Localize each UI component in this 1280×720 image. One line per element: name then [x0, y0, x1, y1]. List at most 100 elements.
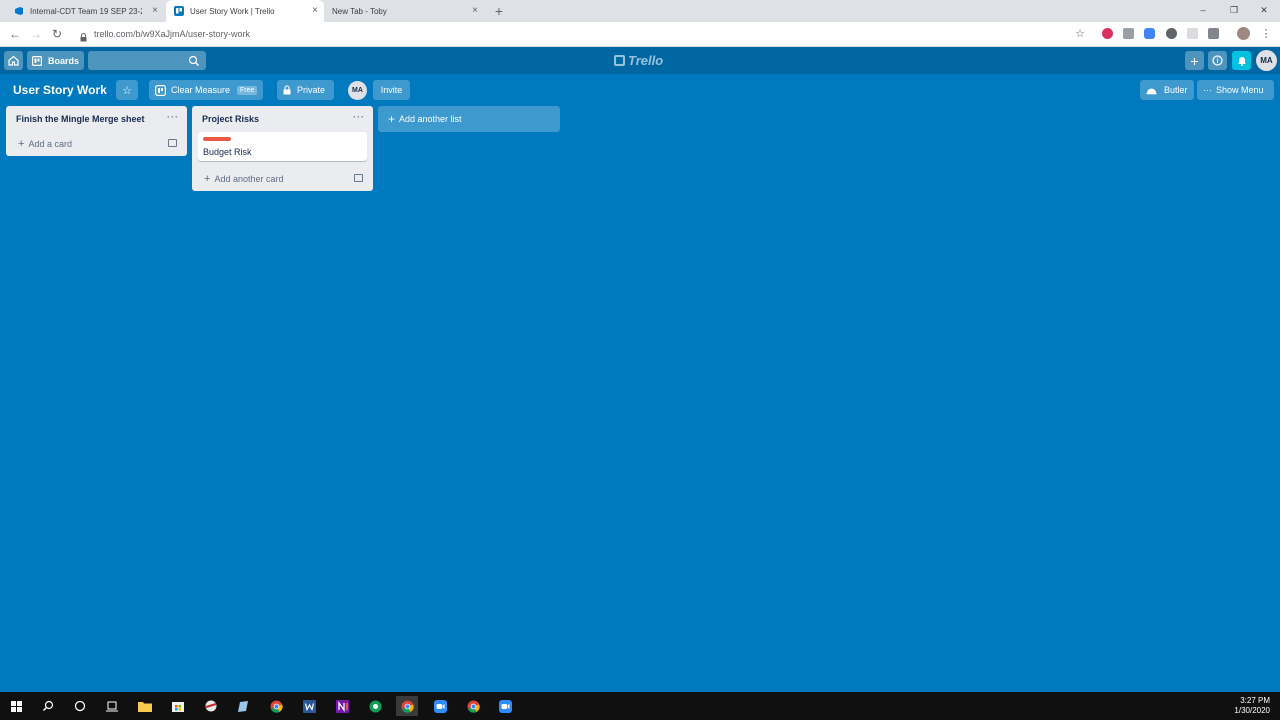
list-title[interactable]: Finish the Mingle Merge sheet [16, 114, 145, 124]
info-icon [1212, 55, 1223, 66]
add-card-label: Add another card [214, 174, 284, 184]
task-view-icon[interactable] [101, 696, 123, 716]
bookmark-star-icon[interactable]: ☆ [1073, 27, 1087, 41]
zoom-icon[interactable] [429, 696, 451, 716]
trello-logo-text: Trello [628, 52, 664, 68]
tab-title: New Tab - Toby [332, 6, 387, 16]
restore-button[interactable]: ❐ [1227, 3, 1241, 17]
add-card-button[interactable]: + Add a card [6, 132, 187, 156]
extension-icon[interactable] [1144, 28, 1155, 39]
notepad-icon[interactable] [232, 696, 254, 716]
app-icon[interactable] [200, 696, 222, 716]
onenote-icon[interactable] [331, 696, 353, 716]
card-label-red[interactable] [203, 137, 231, 141]
board-member-avatar[interactable]: MA [348, 81, 367, 100]
team-icon [155, 84, 166, 96]
close-window-button[interactable]: ✕ [1257, 3, 1271, 17]
chrome-active-icon[interactable] [396, 696, 418, 716]
browser-tab-trello[interactable]: User Story Work | Trello × [166, 0, 324, 22]
info-button[interactable] [1208, 51, 1227, 70]
cortana-icon[interactable] [69, 696, 91, 716]
browser-toolbar: ← → ↻ trello.com/b/w9XaJjmA/user-story-w… [0, 22, 1280, 47]
search-input[interactable] [88, 51, 206, 70]
trello-logo-icon [614, 54, 625, 66]
list-header[interactable]: Project Risks ··· [192, 106, 373, 132]
extension-icon[interactable] [1187, 28, 1198, 39]
profile-avatar[interactable] [1237, 27, 1250, 40]
back-icon[interactable]: ← [8, 27, 22, 41]
file-explorer-icon[interactable] [134, 696, 156, 716]
list-finish-mingle-merge: Finish the Mingle Merge sheet ··· + Add … [6, 106, 187, 156]
tab-title: User Story Work | Trello [190, 6, 275, 16]
windows-taskbar: 3:27 PM 1/30/2020 [0, 692, 1280, 720]
plus-icon: + [18, 138, 25, 150]
plus-icon: + [388, 112, 396, 126]
lock-icon [283, 85, 291, 95]
visibility-label: Private [297, 85, 326, 95]
create-button[interactable]: + [1185, 51, 1204, 70]
clock-date: 1/30/2020 [1234, 706, 1270, 715]
butler-icon [1146, 88, 1157, 94]
add-list-label: Add another list [399, 114, 462, 124]
add-list-button[interactable]: + Add another list [378, 106, 560, 132]
team-name: Clear Measure [171, 85, 231, 95]
boards-label: Boards [47, 55, 79, 66]
search-icon[interactable] [37, 696, 59, 716]
card-template-icon[interactable] [354, 174, 363, 182]
butler-button[interactable]: Butler [1140, 80, 1194, 100]
list-title[interactable]: Project Risks [202, 114, 259, 124]
clock-time: 3:27 PM [1240, 696, 1270, 705]
list-menu-icon[interactable]: ··· [353, 112, 365, 122]
boards-icon [31, 55, 42, 66]
forward-icon[interactable]: → [29, 27, 43, 41]
team-button[interactable]: Clear Measure Free [149, 80, 264, 100]
lock-icon[interactable] [80, 29, 87, 42]
card-title: Budget Risk [203, 147, 252, 157]
add-card-label: Add a card [28, 139, 72, 149]
azure-devops-icon [14, 6, 24, 16]
show-menu-label: Show Menu [1216, 85, 1264, 95]
list-header[interactable]: Finish the Mingle Merge sheet ··· [6, 106, 187, 132]
address-bar[interactable]: trello.com/b/w9XaJjmA/user-story-work [94, 29, 250, 39]
minimize-button[interactable]: – [1196, 3, 1210, 17]
extension-icon[interactable] [1102, 28, 1113, 39]
search-icon[interactable] [188, 54, 200, 67]
extension-icon[interactable] [1123, 28, 1134, 39]
chrome-icon[interactable] [265, 696, 287, 716]
word-icon[interactable] [298, 696, 320, 716]
boards-button[interactable]: Boards [27, 51, 84, 70]
store-icon[interactable] [167, 696, 189, 716]
card-template-icon[interactable] [168, 139, 177, 147]
list-menu-icon[interactable]: ··· [167, 112, 179, 122]
list-project-risks: Project Risks ··· Budget Risk + Add anot… [192, 106, 373, 191]
trello-header: Boards Trello + MA [0, 47, 1280, 74]
plus-icon: + [204, 173, 211, 185]
browser-menu-icon[interactable]: ⋮ [1259, 27, 1273, 41]
close-tab-icon[interactable]: × [472, 5, 478, 17]
bell-icon [1237, 57, 1246, 66]
extension-icon[interactable] [1208, 28, 1219, 39]
close-tab-icon[interactable]: × [152, 5, 158, 17]
star-board-button[interactable]: ☆ [116, 80, 138, 100]
chrome-profile-icon[interactable] [364, 696, 386, 716]
home-button[interactable] [4, 51, 23, 70]
visibility-button[interactable]: Private [277, 80, 334, 100]
new-tab-button[interactable]: + [492, 3, 506, 19]
extension-icon[interactable] [1166, 28, 1177, 39]
windows-start-icon[interactable] [5, 696, 27, 716]
reload-icon[interactable]: ↻ [50, 27, 64, 41]
browser-tab-internal[interactable]: Internal-CDT Team 19 SEP 23-27 × [8, 0, 164, 22]
notifications-button[interactable] [1232, 51, 1251, 70]
card-budget-risk[interactable]: Budget Risk [198, 132, 367, 161]
invite-button[interactable]: Invite [373, 80, 410, 100]
board-title[interactable]: User Story Work [13, 83, 107, 97]
browser-tab-toby[interactable]: New Tab - Toby × [326, 0, 484, 22]
chrome-icon[interactable] [462, 696, 484, 716]
zoom-icon[interactable] [494, 696, 516, 716]
add-card-button[interactable]: + Add another card [192, 167, 373, 191]
system-clock[interactable]: 3:27 PM 1/30/2020 [1234, 696, 1270, 716]
show-menu-button[interactable]: ··· Show Menu [1197, 80, 1274, 100]
trello-logo[interactable]: Trello [614, 52, 663, 68]
close-tab-icon[interactable]: × [312, 5, 318, 17]
member-avatar[interactable]: MA [1256, 50, 1277, 71]
